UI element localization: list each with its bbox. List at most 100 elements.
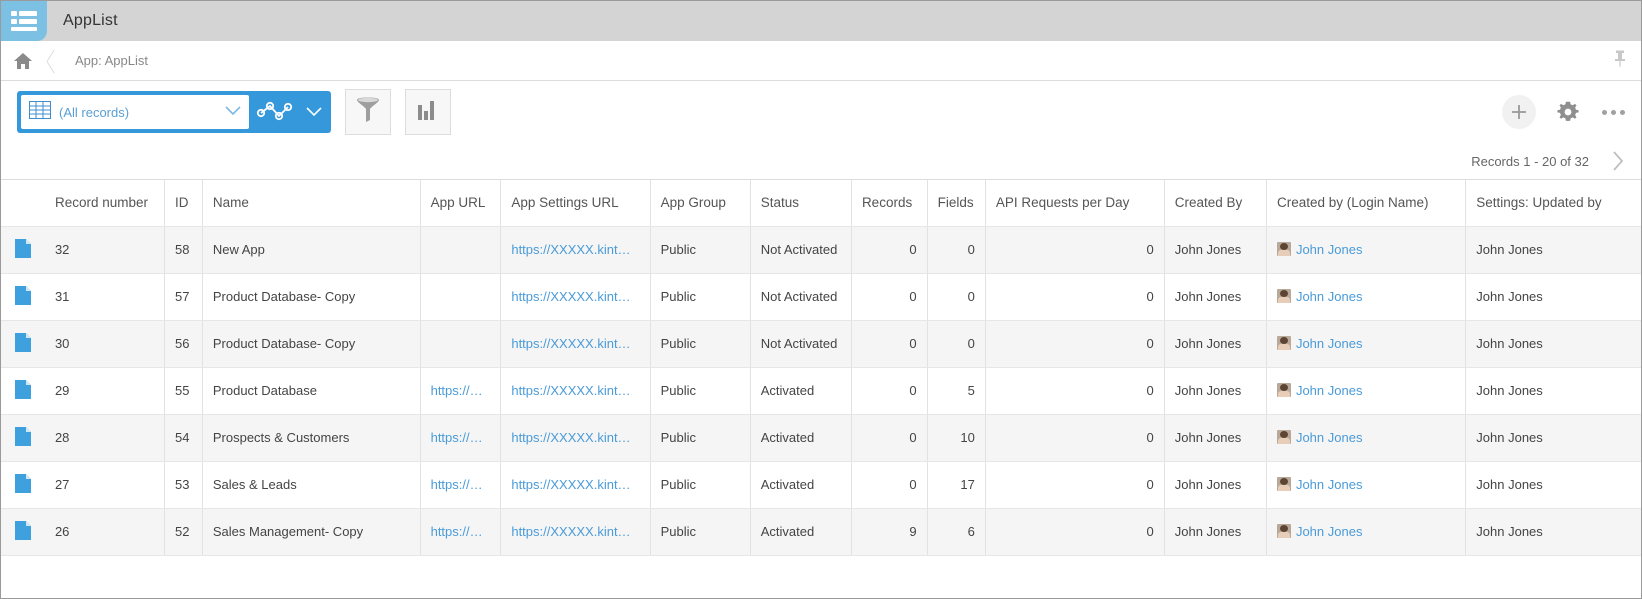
graph-nodes-icon[interactable]	[249, 95, 301, 129]
view-selector[interactable]: (All records)	[17, 91, 331, 133]
cell-app-url: https://…	[420, 367, 502, 415]
user-link[interactable]: John Jones	[1296, 289, 1363, 304]
user-link[interactable]: John Jones	[1296, 383, 1363, 398]
cell-id: 52	[164, 508, 203, 556]
document-icon[interactable]	[14, 426, 31, 449]
column-header-app-settings-url[interactable]: App Settings URL	[500, 180, 651, 227]
avatar	[1276, 289, 1291, 303]
column-header-records[interactable]: Records	[851, 180, 928, 227]
table-row[interactable]: 31 57 Product Database- Copy https://XXXXX.…	[1, 273, 1641, 321]
cell-settings-updated-by: John Jones	[1465, 367, 1641, 415]
cell-records: 0	[851, 461, 928, 509]
document-icon[interactable]	[14, 379, 31, 402]
row-open-icon[interactable]	[1, 414, 45, 462]
breadcrumb-path[interactable]: App: AppList	[75, 53, 148, 68]
url-link[interactable]: https://XXXXX.kint…	[511, 430, 630, 445]
cell-created-by-login: John Jones	[1266, 320, 1467, 368]
column-header-status[interactable]: Status	[750, 180, 852, 227]
cell-record-number: 30	[44, 320, 166, 368]
cell-name: Sales Management- Copy	[202, 508, 421, 556]
filter-button[interactable]	[345, 89, 391, 135]
cell-fields: 5	[927, 367, 986, 415]
cell-api-requests: 0	[985, 320, 1165, 368]
cell-records: 0	[851, 273, 928, 321]
user-link[interactable]: John Jones	[1296, 336, 1363, 351]
url-link[interactable]: https://XXXXX.kint…	[511, 524, 630, 539]
avatar	[1276, 242, 1291, 256]
settings-button[interactable]	[1556, 100, 1580, 124]
chart-button[interactable]	[405, 89, 451, 135]
column-header-name[interactable]: Name	[202, 180, 421, 227]
add-record-button[interactable]	[1502, 95, 1536, 129]
cell-settings-updated-by: John Jones	[1465, 461, 1641, 509]
url-link[interactable]: https://…	[431, 477, 483, 492]
pin-icon[interactable]	[1613, 49, 1627, 72]
cell-settings-updated-by: John Jones	[1465, 226, 1641, 274]
cell-app-settings-url: https://XXXXX.kint…	[500, 508, 651, 556]
url-link[interactable]: https://XXXXX.kint…	[511, 383, 630, 398]
cell-name: New App	[202, 226, 421, 274]
row-open-icon[interactable]	[1, 320, 45, 368]
column-header-settings-updated-by[interactable]: Settings: Updated by	[1465, 180, 1641, 227]
cell-name: Product Database- Copy	[202, 273, 421, 321]
table-row[interactable]: 27 53 Sales & Leads https://… https://XXXXX.…	[1, 461, 1641, 509]
column-header-api-requests[interactable]: API Requests per Day	[985, 180, 1165, 227]
document-icon[interactable]	[14, 473, 31, 496]
app-icon[interactable]	[1, 1, 47, 41]
cell-fields: 10	[927, 414, 986, 462]
table-grid-icon	[29, 100, 51, 124]
url-link[interactable]: https://…	[431, 430, 483, 445]
user-link[interactable]: John Jones	[1296, 524, 1363, 539]
document-icon[interactable]	[14, 520, 31, 543]
column-header-fields[interactable]: Fields	[927, 180, 986, 227]
table-row[interactable]: 28 54 Prospects & Customers https://… https:…	[1, 414, 1641, 462]
table-row[interactable]: 29 55 Product Database https://… https://XXX…	[1, 367, 1641, 415]
table-row[interactable]: 26 52 Sales Management- Copy https://… https…	[1, 508, 1641, 556]
url-link[interactable]: https://…	[431, 524, 483, 539]
user-link[interactable]: John Jones	[1296, 242, 1363, 257]
cell-created-by: John Jones	[1164, 461, 1267, 509]
table-row[interactable]: 30 56 Product Database- Copy https://XXXXX.…	[1, 320, 1641, 368]
column-header-id[interactable]: ID	[164, 180, 203, 227]
document-icon[interactable]	[14, 238, 31, 261]
cell-created-by: John Jones	[1164, 226, 1267, 274]
records-summary: Records 1 - 20 of 32	[1471, 153, 1589, 169]
column-header-app-url[interactable]: App URL	[420, 180, 502, 227]
row-open-icon[interactable]	[1, 508, 45, 556]
url-link[interactable]: https://XXXXX.kint…	[511, 477, 630, 492]
cell-settings-updated-by: John Jones	[1465, 508, 1641, 556]
ellipsis-dot	[1602, 109, 1607, 115]
column-header-app-group[interactable]: App Group	[650, 180, 751, 227]
home-icon[interactable]	[1, 52, 45, 70]
row-open-icon[interactable]	[1, 461, 45, 509]
document-icon[interactable]	[14, 285, 31, 308]
cell-created-by-login: John Jones	[1266, 226, 1467, 274]
url-link[interactable]: https://XXXXX.kint…	[511, 242, 630, 257]
records-table-container[interactable]: Record number ID Name App URL App Settin…	[1, 179, 1641, 579]
view-selector-value: (All records)	[59, 104, 130, 120]
url-link[interactable]: https://XXXXX.kint…	[511, 289, 630, 304]
user-link[interactable]: John Jones	[1296, 477, 1363, 492]
cell-status: Not Activated	[750, 226, 852, 274]
document-icon[interactable]	[14, 332, 31, 355]
more-options-button[interactable]	[1602, 109, 1625, 115]
cell-app-settings-url: https://XXXXX.kint…	[500, 320, 651, 368]
row-open-icon[interactable]	[1, 273, 45, 321]
view-selector-box[interactable]: (All records)	[21, 95, 249, 129]
column-header-created-by-login[interactable]: Created by (Login Name)	[1266, 180, 1467, 227]
url-link[interactable]: https://XXXXX.kint…	[511, 336, 630, 351]
url-link[interactable]: https://…	[431, 383, 483, 398]
user-link[interactable]: John Jones	[1296, 430, 1363, 445]
cell-created-by: John Jones	[1164, 367, 1267, 415]
row-open-icon[interactable]	[1, 226, 45, 274]
table-row[interactable]: 32 58 New App https://XXXXX.kint… Public Not …	[1, 226, 1641, 274]
cell-status: Not Activated	[750, 320, 852, 368]
chevron-down-icon[interactable]	[225, 103, 241, 121]
column-header-created-by[interactable]: Created By	[1164, 180, 1267, 227]
cell-created-by: John Jones	[1164, 508, 1267, 556]
next-page-button[interactable]	[1611, 149, 1625, 173]
graph-chevron-down-icon[interactable]	[301, 95, 327, 129]
cell-app-group: Public	[650, 508, 751, 556]
row-open-icon[interactable]	[1, 367, 45, 415]
column-header-record-number[interactable]: Record number	[44, 180, 166, 227]
